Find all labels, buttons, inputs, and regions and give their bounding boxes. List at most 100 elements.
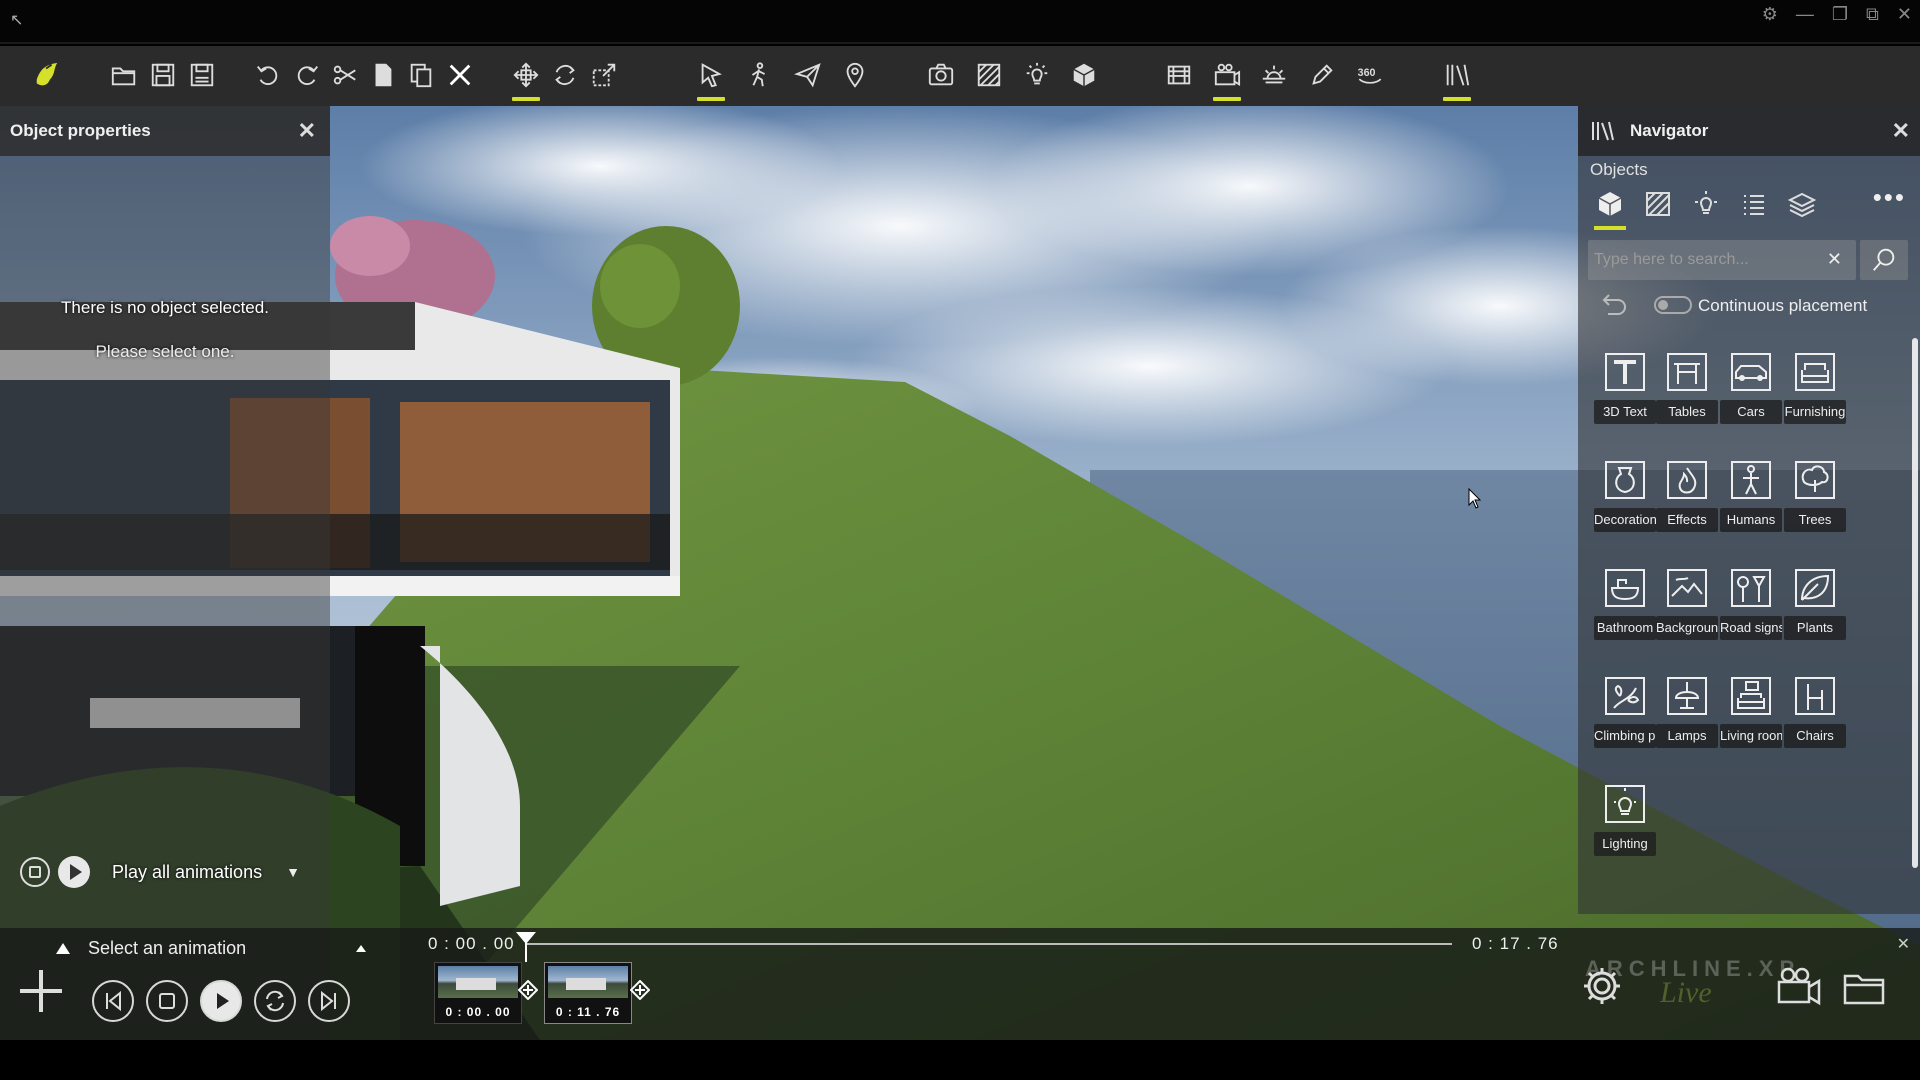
search-field[interactable]: ✕	[1588, 240, 1856, 280]
chevron-down-icon[interactable]: ▼	[286, 864, 300, 880]
category-chairs[interactable]: Chairs	[1784, 674, 1846, 760]
paste-icon[interactable]	[404, 58, 438, 92]
continuous-placement-toggle[interactable]	[1654, 296, 1692, 314]
category-furnishing[interactable]: Furnishing	[1784, 350, 1846, 436]
walk-icon[interactable]	[742, 58, 776, 92]
category-lighting[interactable]: Lighting	[1594, 782, 1656, 868]
window-settings-icon[interactable]: ⚙	[1762, 4, 1778, 25]
add-animation-button[interactable]	[18, 968, 64, 1014]
stop-all-button[interactable]	[20, 857, 50, 887]
skip-back-button[interactable]	[92, 980, 134, 1022]
close-icon[interactable]: ✕	[1892, 118, 1910, 144]
rotate-icon[interactable]	[548, 58, 582, 92]
animation-selector[interactable]: Select an animation	[56, 938, 366, 959]
save-as-icon[interactable]	[185, 58, 219, 92]
search-button[interactable]	[1860, 240, 1908, 280]
category-plants[interactable]: Plants	[1784, 566, 1846, 652]
category-background[interactable]: Background	[1656, 566, 1718, 652]
category-effects[interactable]: Effects	[1656, 458, 1718, 544]
loop-button[interactable]	[254, 980, 296, 1022]
material-icon[interactable]	[972, 58, 1006, 92]
keyframe-thumbnail[interactable]: 0 : 00 . 00	[434, 962, 522, 1024]
render-icon[interactable]	[1162, 58, 1196, 92]
skip-back-icon	[106, 990, 121, 1012]
category-tables[interactable]: Tables	[1656, 350, 1718, 436]
keyframe-move-icon[interactable]	[518, 980, 538, 1000]
sofa-icon	[1795, 353, 1835, 391]
keyframe-thumbnail[interactable]: 0 : 11 . 76	[544, 962, 632, 1024]
materials-tab[interactable]	[1640, 186, 1676, 222]
save-icon[interactable]	[146, 58, 180, 92]
category-lamps[interactable]: Lamps	[1656, 674, 1718, 760]
category-living-room[interactable]: Living room	[1720, 674, 1782, 760]
category-cars[interactable]: Cars	[1720, 350, 1782, 436]
keyframe-image	[438, 966, 518, 998]
scale-icon[interactable]	[587, 58, 621, 92]
timeline-playhead[interactable]	[516, 932, 536, 962]
close-window-icon[interactable]: ✕	[1897, 4, 1912, 25]
category-trees[interactable]: Trees	[1784, 458, 1846, 544]
keyframe-move-icon[interactable]	[630, 980, 650, 1000]
category-3d-text[interactable]: 3D Text	[1594, 350, 1656, 436]
close-icon[interactable]: ✕	[298, 118, 316, 144]
settings-gear-icon[interactable]	[1580, 964, 1624, 1008]
list-tab[interactable]	[1736, 186, 1772, 222]
redo-icon[interactable]	[290, 58, 324, 92]
pin-icon[interactable]	[838, 58, 872, 92]
timeline-track[interactable]	[525, 943, 1452, 945]
keyframe-image	[548, 966, 628, 998]
category-bathroom[interactable]: Bathroom	[1594, 566, 1656, 652]
app-menu-icon[interactable]: ↖	[10, 10, 23, 30]
skip-forward-button[interactable]	[308, 980, 350, 1022]
fly-icon[interactable]	[791, 58, 825, 92]
library-icon[interactable]	[1440, 58, 1474, 101]
objects-tab[interactable]	[1592, 186, 1628, 230]
keyframe-time: 0 : 00 . 00	[445, 1005, 511, 1019]
restore-icon[interactable]: ❐	[1832, 4, 1848, 25]
screenshot-icon[interactable]	[924, 58, 958, 92]
open-icon[interactable]	[107, 58, 141, 92]
minimize-icon[interactable]: —	[1796, 4, 1814, 25]
chair-icon	[1795, 677, 1835, 715]
category-label: 3D Text	[1594, 400, 1656, 424]
back-icon[interactable]	[1598, 290, 1628, 320]
category-decoration[interactable]: Decoration	[1594, 458, 1656, 544]
delete-icon[interactable]	[443, 58, 477, 92]
select-icon[interactable]	[694, 58, 728, 101]
copy-icon[interactable]	[366, 58, 400, 92]
search-input[interactable]	[1594, 240, 1814, 280]
cut-icon[interactable]	[328, 58, 362, 92]
pen-icon[interactable]	[1305, 58, 1339, 92]
layers-tab[interactable]	[1784, 186, 1820, 222]
fullscreen-icon[interactable]: ⧉	[1866, 4, 1879, 25]
sun-icon[interactable]	[1257, 58, 1291, 92]
category-climbing-plants[interactable]: Climbing plants	[1594, 674, 1656, 760]
stop-button[interactable]	[146, 980, 188, 1022]
undo-icon[interactable]	[251, 58, 285, 92]
clear-search-icon[interactable]: ✕	[1827, 249, 1842, 270]
animation-select-label: Select an animation	[88, 938, 247, 958]
category-road-signs[interactable]: Road signs	[1720, 566, 1782, 652]
animation-icon[interactable]	[1210, 58, 1244, 101]
folder-icon[interactable]	[1842, 970, 1886, 1006]
more-options-icon[interactable]: •••	[1873, 184, 1906, 210]
car-icon	[1731, 353, 1771, 391]
lights-tab[interactable]	[1688, 186, 1724, 222]
move-icon[interactable]	[509, 58, 543, 101]
chevron-up-icon[interactable]	[356, 945, 366, 952]
expand-up-icon[interactable]	[56, 943, 70, 954]
category-humans[interactable]: Humans	[1720, 458, 1782, 544]
close-icon[interactable]: ✕	[1897, 934, 1910, 954]
logo-icon[interactable]	[30, 58, 64, 92]
category-label: Road signs	[1720, 616, 1782, 640]
play-all-button[interactable]	[58, 856, 90, 888]
library-icon	[1592, 121, 1614, 141]
panorama-360-icon[interactable]: 360	[1353, 58, 1387, 92]
video-camera-icon[interactable]	[1776, 966, 1822, 1006]
navigator-header: Navigator ✕	[1578, 106, 1920, 156]
play-button[interactable]	[200, 980, 242, 1022]
object-icon[interactable]	[1067, 58, 1101, 92]
navigator-scrollbar[interactable]	[1912, 338, 1918, 868]
light-icon[interactable]	[1020, 58, 1054, 92]
category-label: Tables	[1656, 400, 1718, 424]
